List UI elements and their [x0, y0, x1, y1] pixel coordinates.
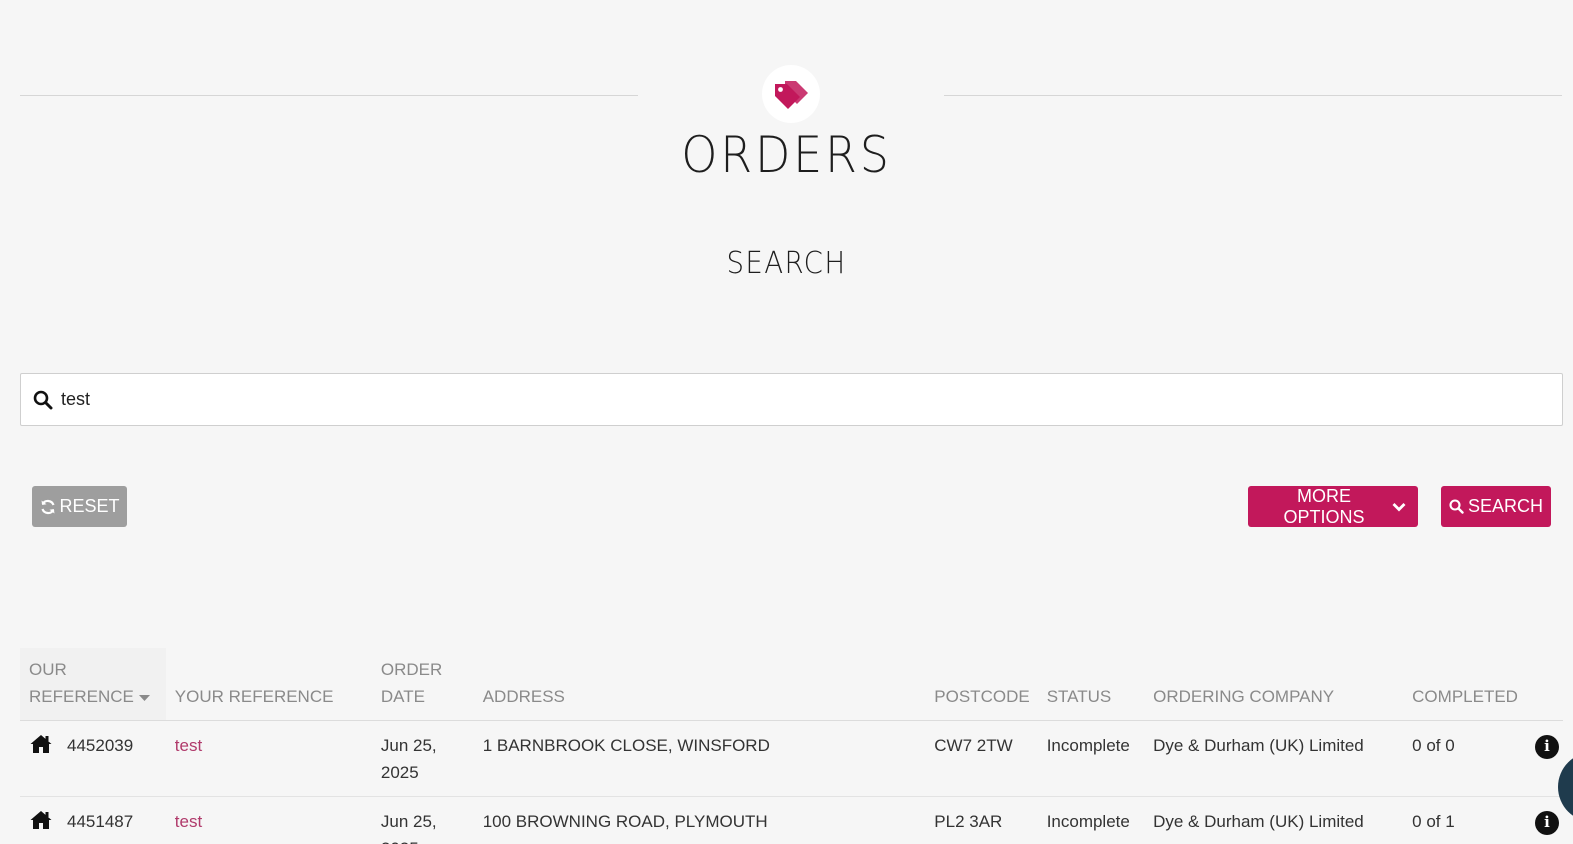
cell-our-reference: 4451487 [20, 796, 166, 844]
cell-ordering-company: Dye & Durham (UK) Limited [1144, 720, 1404, 797]
table-row[interactable]: 4452039 test Jun 25, 2025 1 BARNBROOK CL… [20, 720, 1563, 797]
cell-order-date: Jun 25, 2025 [371, 720, 474, 797]
table-row[interactable]: 4451487 test Jun 25, 2025 100 BROWNING R… [20, 796, 1563, 844]
tags-badge [762, 65, 820, 123]
cell-ordering-company: Dye & Durham (UK) Limited [1144, 796, 1404, 844]
info-icon[interactable]: i [1535, 810, 1559, 835]
home-icon [29, 809, 53, 831]
tags-icon [772, 78, 810, 110]
page-title: ORDERS [681, 126, 892, 184]
header-divider-left [20, 95, 638, 96]
home-icon [29, 733, 53, 755]
cell-address: 1 BARNBROOK CLOSE, WINSFORD [473, 720, 926, 797]
sort-desc-icon [138, 687, 150, 706]
our-reference-value: 4452039 [67, 736, 134, 755]
column-header-postcode[interactable]: POSTCODE [925, 648, 1038, 721]
search-button-label: SEARCH [1468, 496, 1544, 516]
column-header-order-date[interactable]: ORDER DATE [371, 648, 474, 721]
orders-page: ORDERS SEARCH RESET MORE OPTIONS [0, 0, 1573, 844]
more-options-button[interactable]: MORE OPTIONS [1248, 486, 1418, 527]
section-title: SEARCH [726, 246, 847, 281]
refresh-icon [40, 499, 56, 515]
your-reference-link[interactable]: test [165, 720, 372, 797]
cell-our-reference: 4452039 [20, 720, 166, 797]
cell-completed: 0 of 0 [1403, 720, 1526, 797]
column-header-completed[interactable]: COMPLETED [1403, 648, 1526, 721]
orders-table: OUR REFERENCE YOUR REFERENCE ORDER DATE … [20, 648, 1563, 844]
chevron-down-icon [1392, 502, 1406, 512]
cell-postcode: CW7 2TW [925, 720, 1038, 797]
search-button-icon [1449, 499, 1464, 514]
cell-status: Incomplete [1037, 720, 1145, 797]
info-icon[interactable]: i [1535, 734, 1559, 759]
your-reference-link[interactable]: test [165, 796, 372, 844]
more-options-label: MORE OPTIONS [1283, 485, 1365, 527]
cell-info: i [1525, 796, 1563, 844]
column-header-info [1525, 648, 1563, 721]
cell-postcode: PL2 3AR [925, 796, 1038, 844]
cell-status: Incomplete [1037, 796, 1145, 844]
cell-order-date: Jun 25, 2025 [371, 796, 474, 844]
reset-button-label: RESET [59, 496, 120, 516]
search-box[interactable] [20, 373, 1563, 426]
search-input[interactable] [59, 379, 1562, 420]
cell-address: 100 BROWNING ROAD, PLYMOUTH [473, 796, 926, 844]
our-reference-value: 4451487 [67, 812, 134, 831]
header-divider-right [944, 95, 1562, 96]
reset-button[interactable]: RESET [32, 486, 127, 527]
column-header-status[interactable]: STATUS [1037, 648, 1145, 721]
cell-completed: 0 of 1 [1403, 796, 1526, 844]
search-button[interactable]: SEARCH [1441, 486, 1551, 527]
search-icon [33, 390, 53, 410]
column-header-our-reference[interactable]: OUR REFERENCE [20, 648, 166, 721]
column-header-your-reference[interactable]: YOUR REFERENCE [165, 648, 372, 721]
column-header-address[interactable]: ADDRESS [473, 648, 926, 721]
column-header-ordering-company[interactable]: ORDERING COMPANY [1144, 648, 1404, 721]
table-header-row: OUR REFERENCE YOUR REFERENCE ORDER DATE … [20, 648, 1563, 721]
